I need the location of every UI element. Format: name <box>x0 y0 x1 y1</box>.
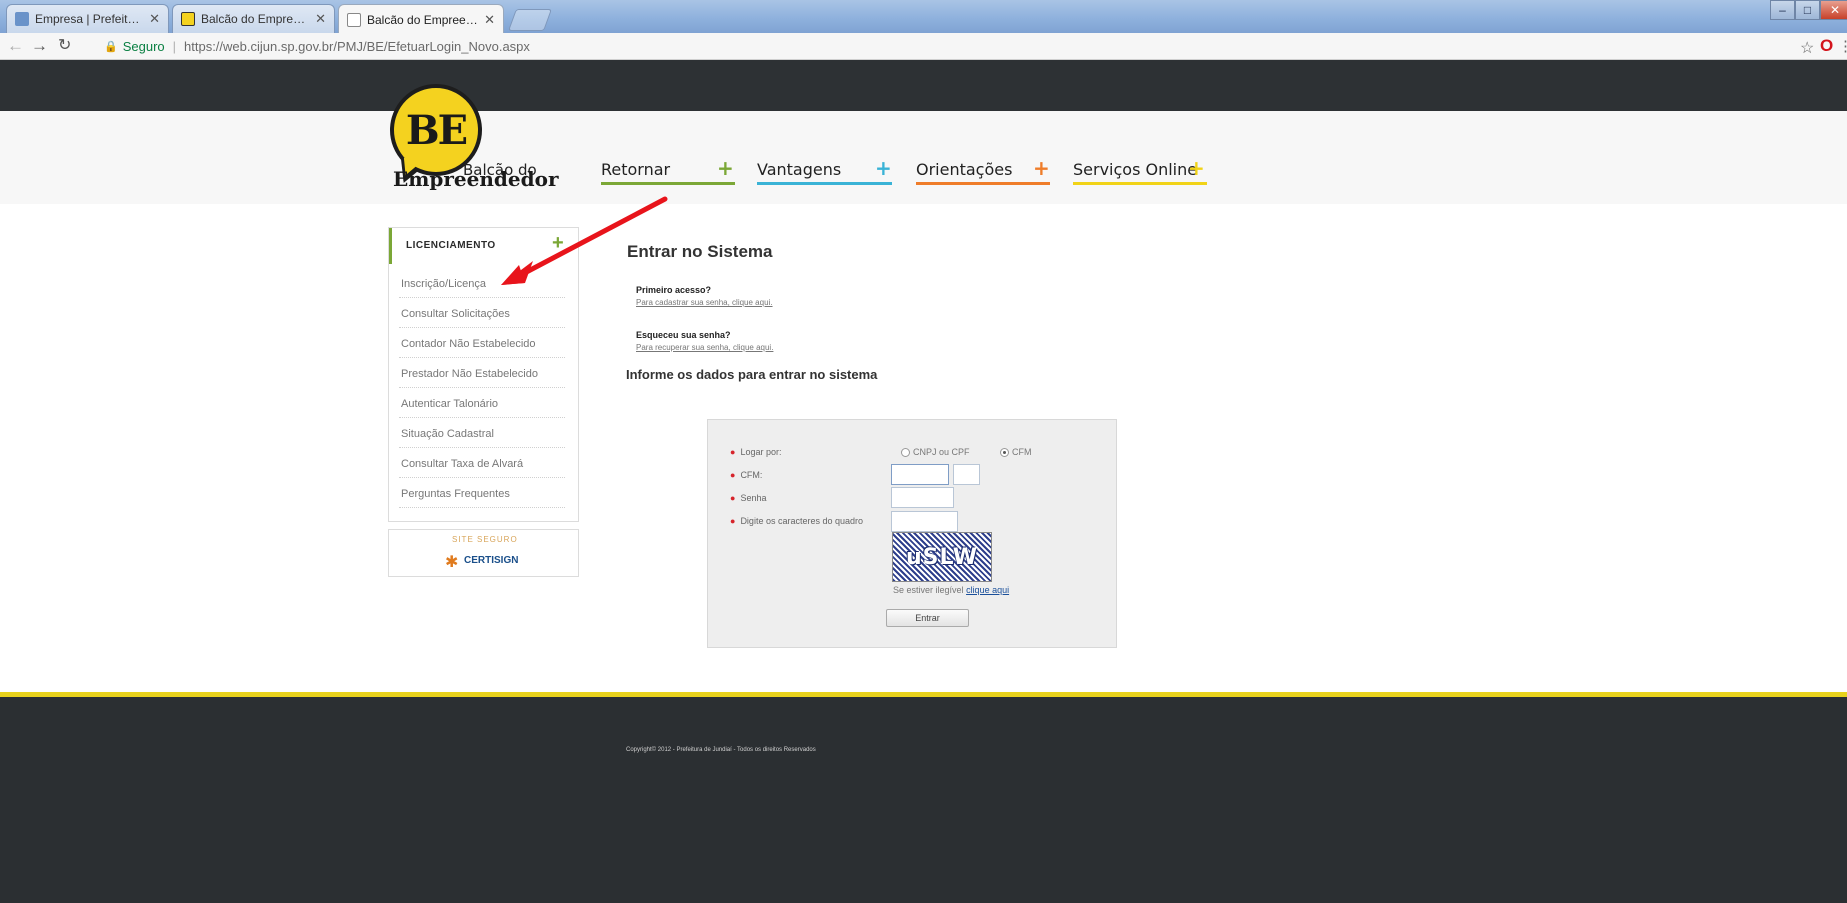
close-icon[interactable]: ✕ <box>315 11 326 27</box>
forward-icon[interactable]: → <box>31 37 48 55</box>
nav-underline <box>1073 182 1207 185</box>
info-title: Informe os dados para entrar no sistema <box>626 367 878 382</box>
divider: | <box>172 39 177 54</box>
page-icon <box>15 12 29 26</box>
radio-icon-selected[interactable] <box>1000 447 1009 457</box>
plus-icon: + <box>717 156 734 180</box>
enter-button[interactable]: Entrar <box>886 609 969 627</box>
browser-tab-3[interactable]: Balcão do Empreendedo ✕ <box>338 4 504 34</box>
first-access-link[interactable]: Para cadastrar sua senha, clique aqui. <box>636 298 773 307</box>
password-label: ● Senha <box>730 493 767 503</box>
security-seal[interactable]: SITE SEGURO ✱ CERTISIGN <box>388 529 579 577</box>
close-icon[interactable]: ✕ <box>149 11 160 27</box>
sidebar-item-consultar-taxa-alvara[interactable]: Consultar Taxa de Alvará <box>399 448 565 478</box>
sidebar-item-contador-nao-estabelecido[interactable]: Contador Não Estabelecido <box>399 328 565 358</box>
required-icon: ● <box>730 516 736 526</box>
nav-servicos-online[interactable]: Serviços Online + <box>1073 156 1207 186</box>
plus-icon: + <box>1188 156 1205 180</box>
opera-icon[interactable]: O <box>1820 36 1833 56</box>
captcha-label: ● Digite os caracteres do quadro <box>730 516 864 526</box>
page-title: Entrar no Sistema <box>627 242 773 261</box>
browser-tab-strip: Empresa | Prefeitura de ✕ Balcão do Empr… <box>0 0 1847 34</box>
be-favicon-icon <box>181 12 195 26</box>
captcha-note: Se estiver ilegível clique aqui <box>893 585 1010 595</box>
url-text: https://web.cijun.sp.gov.br/PMJ/BE/Efetu… <box>184 39 530 54</box>
sidebar-item-prestador-nao-estabelecido[interactable]: Prestador Não Estabelecido <box>399 358 565 388</box>
radio-cnpj-cpf[interactable]: CNPJ ou CPF <box>901 447 970 457</box>
star-icon[interactable]: ☆ <box>1800 38 1814 58</box>
top-band <box>0 60 1847 111</box>
menu-icon[interactable]: ⋮ <box>1838 37 1847 55</box>
page-icon <box>347 12 361 27</box>
new-tab-button[interactable] <box>507 9 553 31</box>
captcha-input[interactable] <box>891 511 958 532</box>
cfm-label: ● CFM: <box>730 470 763 480</box>
footer <box>0 697 1847 903</box>
radio-icon[interactable] <box>901 447 910 457</box>
address-input[interactable]: 🔒 Seguro | https://web.cijun.sp.gov.br/P… <box>104 36 1484 57</box>
cfm-digit-input[interactable] <box>953 464 980 485</box>
sidebar-item-situacao-cadastral[interactable]: Situação Cadastral <box>399 418 565 448</box>
forgot-password-title: Esqueceu sua senha? <box>636 330 731 340</box>
maximize-icon[interactable]: □ <box>1795 0 1820 20</box>
browser-tab-1[interactable]: Empresa | Prefeitura de ✕ <box>6 4 169 33</box>
secure-label: Seguro <box>122 39 165 54</box>
reload-icon[interactable]: ↻ <box>58 37 71 55</box>
browser-tab-2[interactable]: Balcão do Empreendedo ✕ <box>172 4 335 33</box>
captcha-refresh-link[interactable]: clique aqui <box>966 585 1009 595</box>
close-icon[interactable]: ✕ <box>484 12 495 28</box>
plus-icon: + <box>1033 156 1050 180</box>
nav-orientacoes[interactable]: Orientações + <box>916 156 1050 186</box>
first-access-title: Primeiro acesso? <box>636 285 712 295</box>
nav-underline <box>757 182 892 185</box>
plus-icon: + <box>875 156 892 180</box>
nav-retornar[interactable]: Retornar + <box>601 156 735 186</box>
radio-cfm[interactable]: CFM <box>1000 447 1032 457</box>
nav-vantagens[interactable]: Vantagens + <box>757 156 892 186</box>
required-icon: ● <box>730 493 736 503</box>
copyright-text: Copyright© 2012 - Prefeitura de Jundiaí … <box>626 747 816 753</box>
required-icon: ● <box>730 470 736 480</box>
logo-line2: Empreendedor <box>393 167 559 191</box>
back-icon[interactable]: ← <box>7 37 24 55</box>
sidebar-item-autenticar-talonario[interactable]: Autenticar Talonário <box>399 388 565 418</box>
minimize-icon[interactable]: – <box>1770 0 1795 20</box>
sidebar-item-consultar-solicitacoes[interactable]: Consultar Solicitações <box>399 298 565 328</box>
password-input[interactable] <box>891 487 954 508</box>
sidebar-item-perguntas-frequentes[interactable]: Perguntas Frequentes <box>399 478 565 508</box>
forgot-password-link[interactable]: Para recuperar sua senha, clique aqui. <box>636 343 773 352</box>
required-icon: ● <box>730 447 736 457</box>
lock-icon: 🔒 <box>104 41 118 53</box>
close-window-icon[interactable]: ✕ <box>1820 0 1847 20</box>
header-area <box>0 111 1847 204</box>
certisign-star-icon: ✱ <box>445 554 459 571</box>
window-controls: – □ ✕ <box>1770 0 1847 20</box>
login-by-label: ● Logar por: <box>730 447 782 457</box>
captcha-image: uSLW <box>892 532 992 582</box>
nav-underline <box>916 182 1050 185</box>
cfm-input[interactable] <box>891 464 949 485</box>
nav-underline <box>601 182 735 185</box>
browser-toolbar: ← → ↻ 🔒 Seguro | https://web.cijun.sp.go… <box>0 33 1847 60</box>
